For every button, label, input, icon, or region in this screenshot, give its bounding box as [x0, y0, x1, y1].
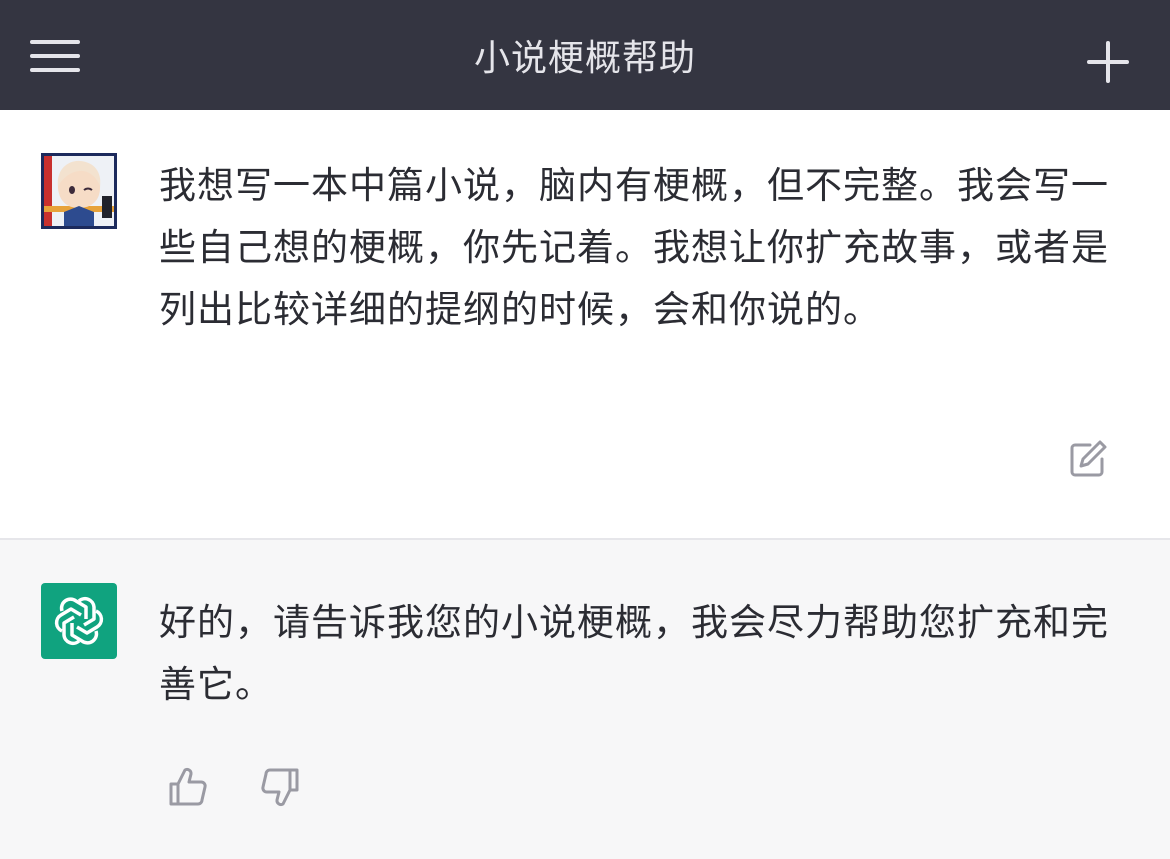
- edit-icon[interactable]: [1066, 437, 1110, 481]
- top-bar: 小说梗概帮助: [0, 0, 1170, 110]
- plus-icon[interactable]: [1086, 40, 1130, 84]
- hamburger-menu-icon[interactable]: [28, 36, 84, 76]
- assistant-message: 好的，请告诉我您的小说梗概，我会尽力帮助您扩充和完善它。: [0, 542, 1170, 859]
- user-message-text: 我想写一本中篇小说，脑内有梗概，但不完整。我会写一些自己想的梗概，你先记着。我想…: [159, 164, 1109, 331]
- user-message: 我想写一本中篇小说，脑内有梗概，但不完整。我会写一些自己想的梗概，你先记着。我想…: [0, 110, 1170, 540]
- assistant-message-text: 好的，请告诉我您的小说梗概，我会尽力帮助您扩充和完善它。: [159, 601, 1109, 706]
- chat-app: 小说梗概帮助 我想写一本中篇小说，脑内有梗概，但不完整。我会写一些自己想的梗概，…: [0, 0, 1170, 859]
- openai-logo-icon: [41, 583, 117, 659]
- thumbs-up-icon[interactable]: [165, 764, 211, 810]
- conversation-title: 小说梗概帮助: [473, 38, 696, 79]
- thumbs-down-icon[interactable]: [257, 764, 303, 810]
- user-avatar: [41, 153, 117, 229]
